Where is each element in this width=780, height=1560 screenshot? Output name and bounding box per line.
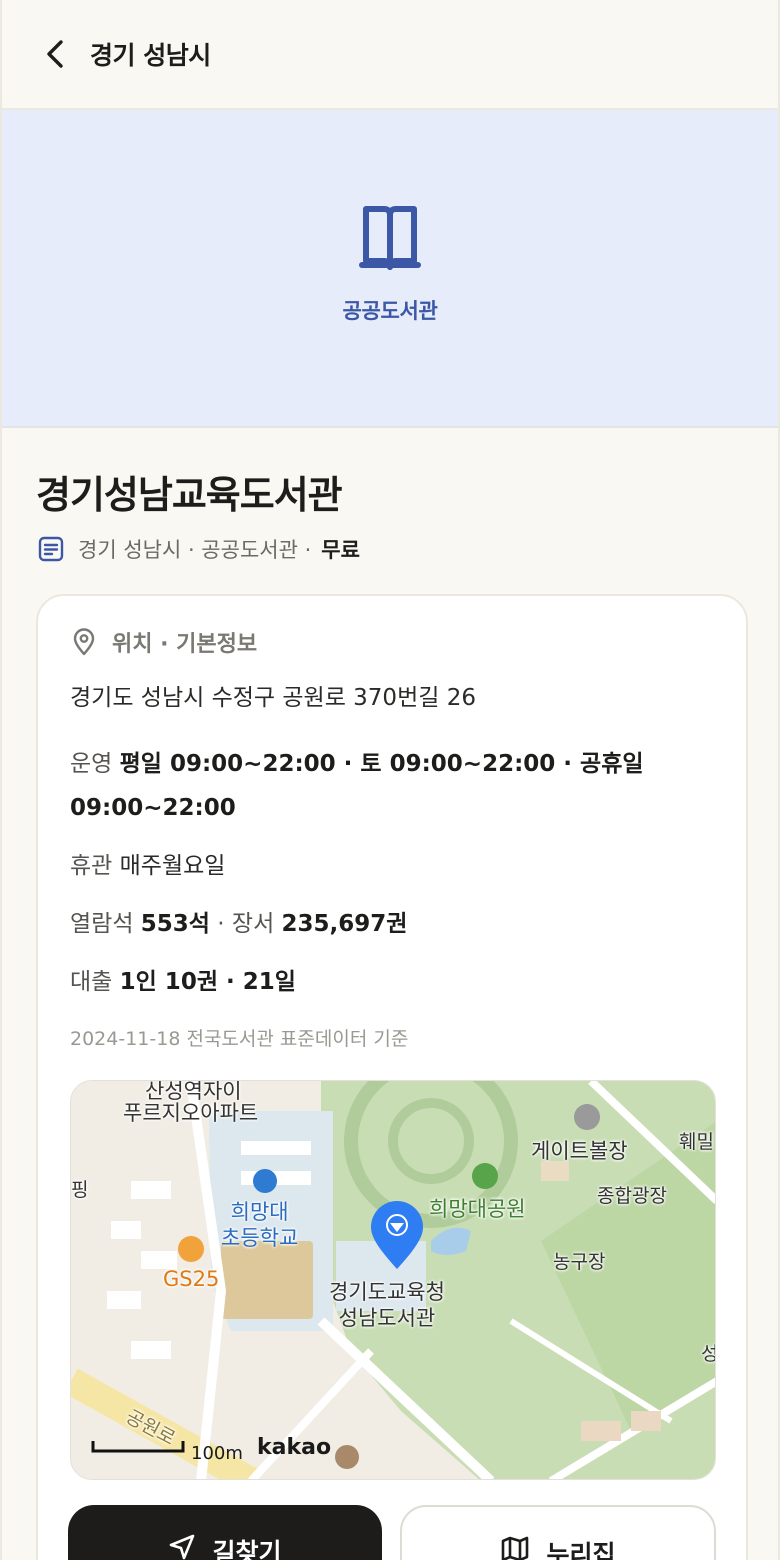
map-icon bbox=[500, 1535, 530, 1560]
fee-badge: 무료 bbox=[321, 538, 360, 562]
map-scale-label: 100m bbox=[191, 1443, 243, 1464]
map-label-school: 희망대 초등학교 bbox=[221, 1200, 299, 1250]
map-label-court: 농구장 bbox=[553, 1251, 606, 1273]
loan-value: 1인 10권 · 21일 bbox=[119, 969, 296, 995]
closed-value: 매주월요일 bbox=[119, 853, 226, 879]
seats-label: 열람석 bbox=[70, 911, 134, 937]
page-title: 경기 성남시 bbox=[90, 41, 211, 70]
map-label-park: 희망대공원 bbox=[429, 1197, 526, 1221]
navigation-arrow-icon bbox=[168, 1533, 196, 1560]
map-label-apartment: 푸르지오아파트 bbox=[123, 1101, 259, 1125]
data-source: 2024-11-18 전국도서관 표준데이터 기준 bbox=[70, 1028, 409, 1050]
loan-label: 대출 bbox=[70, 969, 113, 995]
back-button[interactable] bbox=[40, 38, 72, 70]
section-header: 위치 · 기본정보 bbox=[72, 626, 257, 658]
location-map[interactable]: 산성역자이 푸르지오아파트 희망대 초등학교 GS25 희망대공원 게이트볼장 … bbox=[70, 1080, 716, 1480]
map-label-library: 경기도교육청 성남도서관 bbox=[329, 1280, 445, 1330]
map-label-plaza: 종합광장 bbox=[597, 1185, 667, 1207]
category-hero: 공공도서관 bbox=[2, 110, 778, 428]
books-label: · 장서 bbox=[217, 911, 275, 937]
books-value: 235,697권 bbox=[281, 911, 408, 937]
library-name: 경기성남교육도서관 bbox=[36, 473, 343, 517]
map-label-edge-right: 훼밀 bbox=[679, 1131, 714, 1153]
document-icon bbox=[38, 536, 64, 562]
category-label: 공공도서관 bbox=[342, 299, 438, 323]
map-label-gs25: GS25 bbox=[163, 1267, 220, 1291]
screen: 경기 성남시 공공도서관 경기성남교육도서관 경기 성남시 · 공공도서관 · … bbox=[0, 0, 780, 1560]
meta-region: 경기 성남시 · 공공도서관 · bbox=[78, 538, 312, 562]
hours-row: 운영 평일 09:00~22:00 · 토 09:00~22:00 · 공휴일 … bbox=[70, 742, 680, 830]
website-label: 누리집 bbox=[546, 1540, 616, 1560]
map-label-edge-left: 핑 bbox=[71, 1179, 89, 1201]
map-brand: kakao bbox=[257, 1435, 332, 1460]
book-icon bbox=[359, 206, 421, 270]
map-label-gateball: 게이트볼장 bbox=[531, 1139, 628, 1163]
library-meta: 경기 성남시 · 공공도서관 · 무료 bbox=[38, 534, 360, 564]
closed-label: 휴관 bbox=[70, 853, 113, 879]
chevron-left-icon bbox=[47, 40, 63, 68]
info-card: 위치 · 기본정보 경기도 성남시 수정구 공원로 370번길 26 운영 평일… bbox=[36, 594, 748, 1560]
capacity-row: 열람석 553석 · 장서 235,697권 bbox=[70, 902, 680, 946]
top-bar: 경기 성남시 bbox=[2, 0, 778, 110]
section-title: 위치 · 기본정보 bbox=[112, 632, 258, 657]
address: 경기도 성남시 수정구 공원로 370번길 26 bbox=[70, 685, 476, 711]
directions-label: 길찾기 bbox=[212, 1538, 282, 1560]
seats-value: 553석 bbox=[140, 911, 210, 937]
location-pin-icon bbox=[72, 628, 96, 656]
directions-button[interactable]: 길찾기 bbox=[68, 1505, 382, 1560]
map-label-edge-right2: 성 bbox=[701, 1339, 715, 1366]
loan-row: 대출 1인 10권 · 21일 bbox=[70, 960, 680, 1004]
hours-label: 운영 bbox=[70, 751, 113, 777]
closed-row: 휴관 매주월요일 bbox=[70, 844, 680, 888]
hours-value: 평일 09:00~22:00 · 토 09:00~22:00 · 공휴일 09:… bbox=[70, 751, 644, 821]
website-button[interactable]: 누리집 bbox=[400, 1505, 716, 1560]
